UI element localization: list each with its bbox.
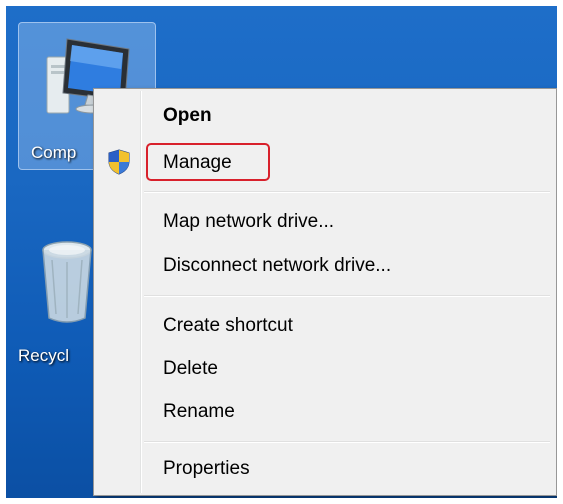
- menu-item-label: Disconnect network drive...: [163, 255, 392, 276]
- menu-item-label: Delete: [163, 358, 218, 379]
- menu-item-label: Properties: [163, 458, 250, 479]
- menu-item-label: Map network drive...: [163, 211, 335, 232]
- desktop-icon-recycle-bin[interactable]: Recycl: [18, 226, 98, 376]
- menu-separator: [144, 295, 550, 297]
- menu-separator: [144, 191, 550, 193]
- menu-item-label: Create shortcut: [163, 315, 293, 336]
- menu-item-delete[interactable]: Delete: [142, 350, 552, 388]
- menu-item-open[interactable]: Open: [142, 97, 552, 135]
- desktop-icon-label: Recycl: [18, 346, 70, 365]
- menu-item-properties[interactable]: Properties: [142, 450, 552, 488]
- menu-item-rename[interactable]: Rename: [142, 393, 552, 431]
- menu-item-map-network-drive[interactable]: Map network drive...: [142, 203, 552, 241]
- menu-item-label: Open: [163, 105, 212, 126]
- desktop-icon-label: Comp: [31, 143, 77, 162]
- menu-separator: [144, 441, 550, 443]
- menu-item-disconnect-network-drive[interactable]: Disconnect network drive...: [142, 247, 552, 285]
- menu-item-create-shortcut[interactable]: Create shortcut: [142, 307, 552, 345]
- manage-highlight-box: [146, 143, 270, 181]
- recycle-bin-icon: [42, 241, 92, 323]
- uac-shield-icon: [108, 149, 130, 175]
- menu-item-label: Rename: [163, 401, 235, 422]
